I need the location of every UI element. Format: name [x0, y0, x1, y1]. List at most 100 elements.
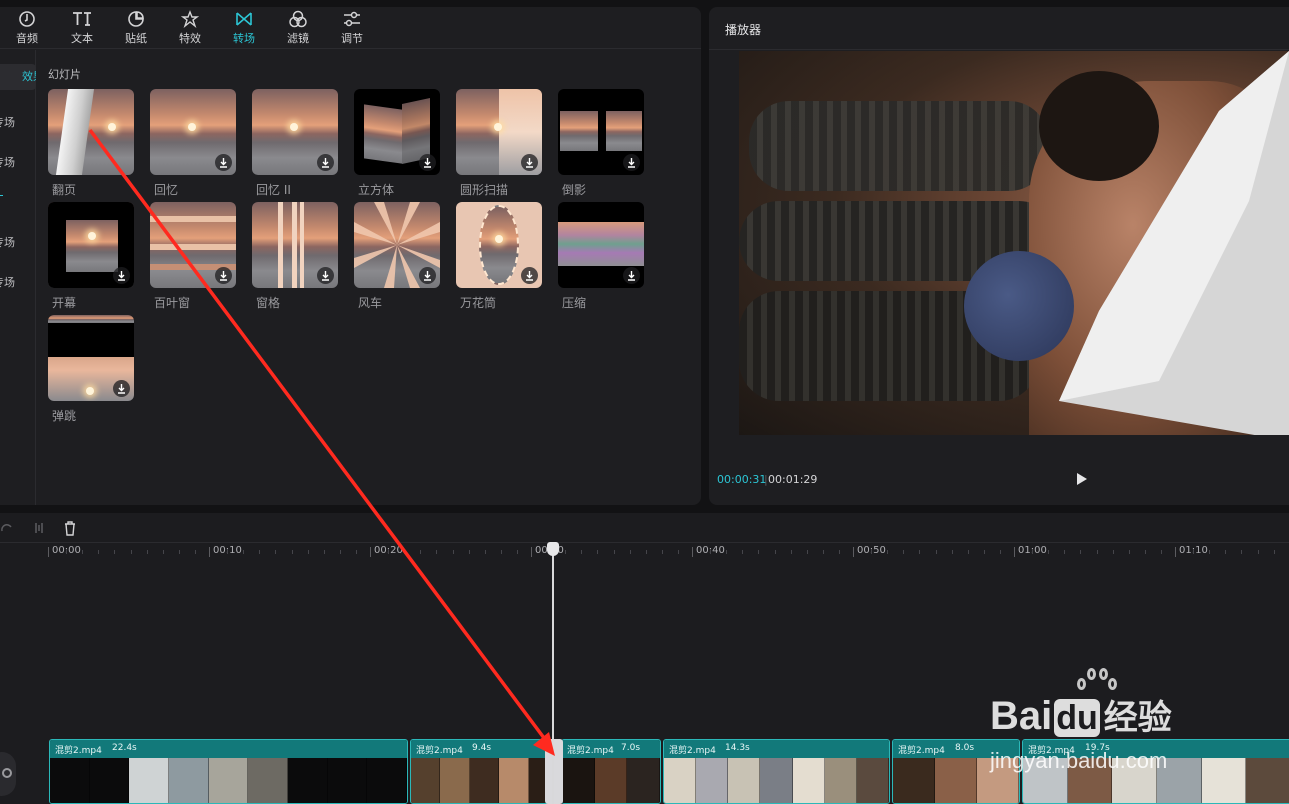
tab-filter[interactable]: 滤镜 — [274, 10, 322, 48]
media-toolbar: 音频 文本 贴纸 特效 转场 滤镜 调节 — [0, 7, 701, 49]
clip-frame-thumbnail — [696, 758, 729, 803]
delete-icon[interactable] — [63, 521, 77, 536]
transition-page-turn[interactable] — [48, 89, 134, 175]
tab-effects[interactable]: 特效 — [166, 10, 214, 48]
download-icon[interactable] — [113, 267, 130, 284]
download-icon[interactable] — [215, 154, 232, 171]
clip-duration: 22.4s — [112, 743, 137, 753]
transition-circle-sweep[interactable] — [456, 89, 542, 175]
ruler-minor-tick — [597, 550, 599, 554]
download-icon[interactable] — [521, 154, 538, 171]
category-item[interactable]: 专场 — [0, 234, 36, 250]
ruler-minor-tick — [774, 550, 776, 554]
tab-text-label: 文本 — [71, 32, 93, 45]
transition-reflection[interactable] — [558, 89, 644, 175]
timeline-clip[interactable]: 混剪2.mp4 19.7s — [1022, 739, 1289, 804]
category-item[interactable]: 专场 — [0, 274, 36, 290]
transition-curtain[interactable] — [48, 202, 134, 288]
clip-name: 混剪2.mp4 — [567, 746, 614, 756]
timeline-clip[interactable]: 混剪2.mp4 9.4s — [410, 739, 559, 804]
transition-compress[interactable] — [558, 202, 644, 288]
ruler-minor-tick — [259, 550, 261, 554]
ruler-minor-tick — [323, 550, 325, 554]
kaleidoscope-graphic — [479, 205, 519, 285]
tab-audio[interactable]: 音频 — [3, 10, 51, 48]
play-icon[interactable] — [1074, 472, 1088, 486]
download-icon[interactable] — [623, 267, 640, 284]
ruler-minor-tick — [1144, 550, 1146, 554]
clip-duration: 14.3s — [725, 743, 750, 753]
ruler-minor-tick — [581, 550, 583, 554]
transition-label: 弹跳 — [52, 409, 77, 423]
category-item[interactable]: 专场 — [0, 114, 36, 130]
playhead-handle[interactable] — [547, 542, 559, 556]
transition-memory-ii[interactable] — [252, 89, 338, 175]
download-icon[interactable] — [419, 154, 436, 171]
time-ruler[interactable]: 00:0000:1000:2000:3000:4000:5001:0001:10 — [0, 544, 1289, 560]
transition-label: 立方体 — [358, 183, 395, 197]
download-icon[interactable] — [419, 267, 436, 284]
ruler-minor-tick — [1193, 550, 1195, 554]
transition-memory[interactable] — [150, 89, 236, 175]
timeline-clip[interactable]: 混剪2.mp4 14.3s — [663, 739, 890, 804]
download-icon[interactable] — [521, 267, 538, 284]
ruler-minor-tick — [452, 550, 454, 554]
timeline-clip[interactable]: 混剪2.mp4 8.0s — [892, 739, 1020, 804]
tab-audio-label: 音频 — [16, 32, 38, 45]
ruler-minor-tick — [1048, 550, 1050, 554]
download-icon[interactable] — [317, 154, 334, 171]
transition-kaleidoscope[interactable] — [456, 202, 542, 288]
redo-icon[interactable] — [0, 521, 14, 535]
ruler-minor-tick — [887, 550, 889, 554]
clip-frame-thumbnail — [469, 758, 500, 803]
clip-frame-thumbnail — [367, 758, 407, 803]
tab-sticker[interactable]: 贴纸 — [112, 10, 160, 48]
transition-label: 百叶窗 — [154, 296, 191, 310]
ruler-minor-tick — [951, 550, 953, 554]
timeline-clip[interactable]: 混剪2.mp4 7.0s — [561, 739, 661, 804]
transition-cube[interactable] — [354, 89, 440, 175]
ruler-major-tick — [692, 547, 693, 557]
ruler-minor-tick — [838, 550, 840, 554]
tab-adjust[interactable]: 调节 — [328, 10, 376, 48]
transition-icon — [236, 12, 252, 26]
ruler-minor-tick — [388, 550, 390, 554]
text-icon — [73, 12, 91, 26]
transition-windmill[interactable] — [354, 202, 440, 288]
transition-label: 倒影 — [562, 183, 587, 197]
transition-pane[interactable] — [252, 202, 338, 288]
clip-header: 混剪2.mp4 7.0s — [562, 740, 660, 758]
split-icon[interactable] — [32, 521, 46, 535]
ruler-minor-tick — [66, 550, 68, 554]
timeline-clip[interactable]: 混剪2.mp4 22.4s — [49, 739, 408, 804]
tab-text[interactable]: 文本 — [58, 10, 106, 48]
playhead-line[interactable] — [552, 549, 554, 804]
transition-bounce[interactable] — [48, 315, 134, 401]
tab-transition[interactable]: 转场 — [220, 10, 268, 48]
transition-label: 万花筒 — [460, 296, 497, 310]
download-icon[interactable] — [215, 267, 232, 284]
category-item[interactable]: 专场 — [0, 154, 36, 170]
clip-frame-thumbnail — [327, 758, 368, 803]
ruler-major-tick — [1175, 547, 1176, 557]
clip-name: 混剪2.mp4 — [416, 746, 463, 756]
ruler-minor-tick — [806, 550, 808, 554]
transition-label: 圆形扫描 — [460, 183, 509, 197]
timeline-side-button[interactable] — [0, 752, 16, 796]
transition-marker[interactable] — [545, 739, 563, 804]
clip-header: 混剪2.mp4 22.4s — [50, 740, 407, 758]
clip-thumbnails — [1023, 758, 1289, 803]
transition-blinds[interactable] — [150, 202, 236, 288]
ruler-major-tick — [853, 547, 854, 557]
download-icon[interactable] — [623, 154, 640, 171]
ruler-minor-tick — [613, 550, 615, 554]
ruler-major-tick — [370, 547, 371, 557]
download-icon[interactable] — [113, 380, 130, 397]
download-icon[interactable] — [317, 267, 334, 284]
ruler-minor-tick — [1241, 550, 1243, 554]
clip-frame-thumbnail — [760, 758, 793, 803]
ruler-minor-tick — [516, 550, 518, 554]
video-preview[interactable] — [739, 51, 1289, 435]
clip-name: 混剪2.mp4 — [898, 746, 945, 756]
category-item-active[interactable]: 效果 — [0, 64, 36, 90]
